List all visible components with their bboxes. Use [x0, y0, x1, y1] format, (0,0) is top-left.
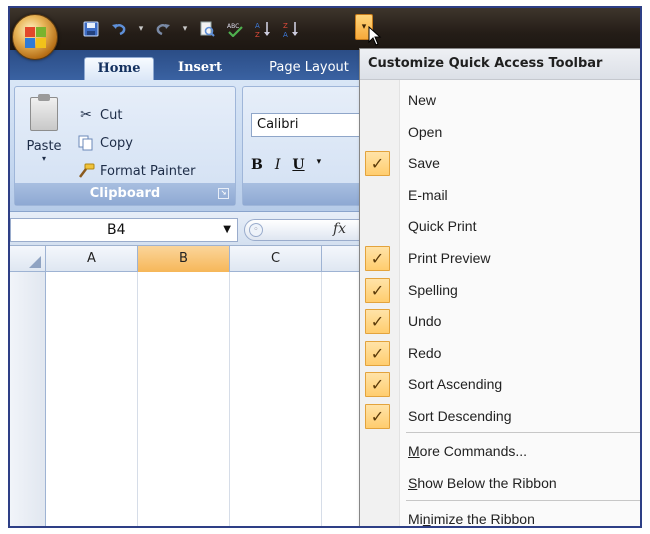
- undo-icon[interactable]: [108, 18, 130, 40]
- office-logo-icon: [25, 27, 47, 49]
- tab-home[interactable]: Home: [84, 57, 154, 80]
- menu-item-label: New: [408, 92, 437, 108]
- menu-item-quick-print[interactable]: Quick Print: [360, 211, 640, 242]
- menu-item-save[interactable]: ✓ Save: [360, 148, 640, 179]
- paste-label: Paste: [26, 139, 62, 154]
- menu-item-label: Sort Ascending: [408, 376, 503, 393]
- paste-button[interactable]: Paste ▾: [23, 93, 65, 173]
- column-header-b[interactable]: B: [138, 246, 230, 272]
- undo-dropdown-icon[interactable]: ▾: [136, 18, 146, 40]
- svg-text:Z: Z: [283, 22, 288, 30]
- menu-item-label: E-mail: [408, 186, 448, 203]
- checkmark-icon: ✓: [365, 151, 390, 177]
- name-box[interactable]: B4 ▼: [10, 218, 238, 242]
- menu-title: Customize Quick Access Toolbar: [360, 49, 640, 80]
- menu-item-label: Undo: [408, 313, 442, 330]
- insert-function-button[interactable]: fx: [333, 221, 346, 237]
- menu-item-label: More Commands...: [408, 443, 528, 459]
- svg-text:ABC: ABC: [227, 23, 239, 30]
- sort-ascending-icon[interactable]: AZ: [252, 18, 274, 40]
- gridline: [321, 272, 322, 526]
- paintbrush-icon: [77, 162, 95, 180]
- save-icon[interactable]: [80, 18, 102, 40]
- quick-access-toolbar: ▾ ▾ ABC AZ ZA: [80, 16, 302, 42]
- clipboard-group-label: Clipboard ↘: [15, 183, 235, 205]
- sort-descending-icon[interactable]: ZA: [280, 18, 302, 40]
- paste-dropdown-icon[interactable]: ▾: [23, 154, 65, 163]
- gridline: [137, 272, 138, 526]
- format-painter-label: Format Painter: [100, 163, 196, 179]
- tab-page-layout[interactable]: Page Layout: [254, 57, 364, 80]
- customize-qat-menu: Customize Quick Access Toolbar More Comm…: [359, 48, 640, 527]
- italic-button[interactable]: I: [275, 157, 281, 173]
- name-box-dropdown-icon[interactable]: ▼: [223, 219, 231, 241]
- expand-handle-icon[interactable]: ◦: [249, 223, 263, 237]
- underline-button[interactable]: U: [292, 157, 304, 173]
- scissors-icon: ✂: [80, 107, 92, 123]
- menu-item-redo[interactable]: ✓ Redo: [360, 338, 640, 369]
- menu-item-label: Minimize the Ribbon: [408, 511, 535, 527]
- menu-item-e-mail[interactable]: E-mail: [360, 180, 640, 211]
- menu-item-sort-descending[interactable]: ✓ Sort Descending: [360, 401, 640, 432]
- copy-icon: [77, 134, 95, 152]
- checkmark-icon: ✓: [365, 372, 390, 398]
- svg-text:A: A: [283, 31, 288, 38]
- menu-item-label: Sort Descending: [408, 408, 512, 424]
- menu-item-more-commands[interactable]: More Commands...: [360, 436, 640, 467]
- menu-item-undo[interactable]: ✓ Undo: [360, 306, 640, 337]
- menu-item-spelling[interactable]: ✓ Spelling: [360, 275, 640, 306]
- menu-item-label: Save: [408, 155, 440, 172]
- checkmark-icon: ✓: [365, 277, 390, 303]
- menu-item-label: Print Preview: [408, 250, 491, 266]
- clipboard-icon: [30, 94, 58, 131]
- svg-text:Z: Z: [255, 31, 260, 38]
- name-box-value: B4: [107, 222, 126, 238]
- print-preview-icon[interactable]: [196, 18, 218, 40]
- checkmark-icon: ✓: [365, 309, 390, 335]
- dialog-launcher-icon[interactable]: ↘: [218, 188, 229, 199]
- menu-item-open[interactable]: Open: [360, 117, 640, 148]
- menu-item-show-below-ribbon[interactable]: Show Below the Ribbon: [360, 468, 640, 499]
- copy-label: Copy: [100, 135, 133, 151]
- menu-item-minimize-ribbon[interactable]: Minimize the Ribbon: [360, 504, 640, 527]
- menu-item-label: Show Below the Ribbon: [408, 475, 557, 491]
- office-button[interactable]: [12, 14, 58, 60]
- clipboard-group: Paste ▾ ✂ Cut Copy Format Painter Clipbo…: [14, 86, 236, 206]
- checkmark-icon: ✓: [365, 246, 390, 271]
- menu-item-new[interactable]: New: [360, 85, 640, 116]
- underline-dropdown-icon[interactable]: ▾: [317, 157, 322, 173]
- row-header-strip[interactable]: [10, 272, 46, 526]
- title-bar: ▾ ▾ ABC AZ ZA ▾: [10, 8, 640, 50]
- menu-item-sort-ascending[interactable]: ✓ Sort Ascending: [360, 369, 640, 400]
- menu-item-label: Spelling: [408, 281, 458, 298]
- spelling-icon[interactable]: ABC: [224, 18, 246, 40]
- menu-item-label: Redo: [408, 344, 442, 361]
- menu-item-label: Open: [408, 123, 443, 140]
- formula-controls: ◦ fx: [244, 219, 374, 241]
- copy-button[interactable]: Copy: [77, 131, 133, 155]
- bold-button[interactable]: B: [251, 157, 263, 173]
- select-all-button[interactable]: [10, 246, 46, 272]
- column-header-c[interactable]: C: [230, 246, 322, 272]
- mouse-cursor-icon: [368, 26, 382, 46]
- checkmark-icon: ✓: [365, 404, 390, 429]
- menu-item-print-preview[interactable]: ✓ Print Preview: [360, 243, 640, 274]
- menu-item-label: Quick Print: [408, 218, 477, 235]
- redo-icon[interactable]: [152, 18, 174, 40]
- excel-window: ▾ ▾ ABC AZ ZA ▾ Home Insert Page Layout …: [8, 6, 642, 528]
- svg-text:A: A: [255, 22, 260, 30]
- tab-insert[interactable]: Insert: [170, 57, 230, 80]
- redo-dropdown-icon[interactable]: ▾: [180, 18, 190, 40]
- font-format-buttons: B I U ▾: [251, 157, 321, 173]
- menu-separator: [406, 432, 640, 433]
- cut-button[interactable]: ✂ Cut: [77, 103, 122, 127]
- menu-separator: [406, 500, 640, 501]
- checkmark-icon: ✓: [365, 340, 390, 366]
- cut-label: Cut: [100, 107, 123, 123]
- select-all-icon: [29, 256, 41, 268]
- column-header-a[interactable]: A: [46, 246, 138, 272]
- gridline: [229, 272, 230, 526]
- format-painter-button[interactable]: Format Painter: [77, 159, 195, 183]
